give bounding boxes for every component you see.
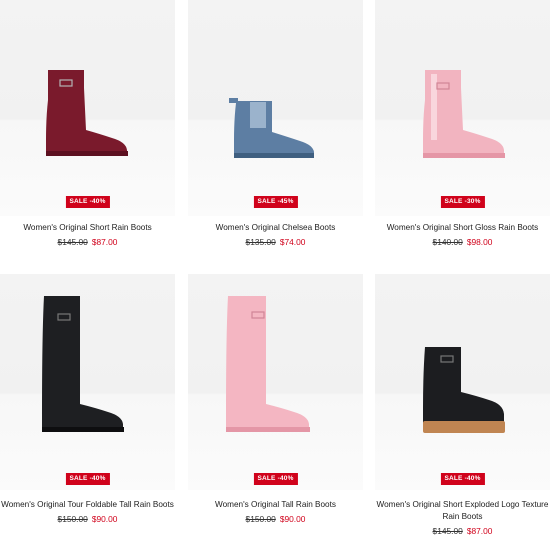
sale-badge: SALE -40% xyxy=(65,196,110,208)
product-image[interactable]: SALE -40% xyxy=(0,274,175,490)
product-prices: $150.00 $90.00 xyxy=(188,514,363,525)
original-price: $135.00 xyxy=(245,237,276,247)
tall-rain-boot-image xyxy=(226,296,310,432)
product-title[interactable]: Women's Original Short Gloss Rain Boots xyxy=(375,222,550,234)
original-price: $145.00 xyxy=(57,237,88,247)
product-card[interactable]: SALE -45% Women's Original Chelsea Boots… xyxy=(188,0,363,260)
product-title[interactable]: Women's Original Tour Foldable Tall Rain… xyxy=(0,499,175,511)
product-title[interactable]: Women's Original Chelsea Boots xyxy=(188,222,363,234)
product-image[interactable]: SALE -40% xyxy=(0,0,175,216)
sale-price: $90.00 xyxy=(279,514,306,524)
sale-badge: SALE -40% xyxy=(440,473,485,485)
product-prices: $145.00 $87.00 xyxy=(375,526,550,535)
product-title[interactable]: Women's Original Tall Rain Boots xyxy=(188,499,363,511)
product-image[interactable]: SALE -40% xyxy=(188,274,363,490)
sale-badge: SALE -40% xyxy=(65,473,110,485)
product-title-line2[interactable]: Rain Boots xyxy=(375,511,550,523)
exploded-logo-boot-image xyxy=(423,347,505,433)
sale-price: $98.00 xyxy=(466,237,493,247)
short-rain-boot-image xyxy=(46,70,128,156)
sale-price: $90.00 xyxy=(91,514,118,524)
product-grid: SALE -40% Women's Original Short Rain Bo… xyxy=(0,0,550,535)
sale-badge: SALE -40% xyxy=(253,473,298,485)
product-prices: $145.00 $87.00 xyxy=(0,237,175,248)
product-card[interactable]: SALE -40% Women's Original Short Explode… xyxy=(375,274,550,535)
product-title[interactable]: Women's Original Short Exploded Logo Tex… xyxy=(375,499,550,511)
product-image[interactable]: SALE -45% xyxy=(188,0,363,216)
product-image[interactable]: SALE -40% xyxy=(375,274,550,490)
product-prices: $140.00 $98.00 xyxy=(375,237,550,248)
product-image[interactable]: SALE -30% xyxy=(375,0,550,216)
original-price: $145.00 xyxy=(432,526,463,535)
sale-price: $87.00 xyxy=(466,526,493,535)
product-card[interactable]: SALE -40% Women's Original Tall Rain Boo… xyxy=(188,274,363,535)
short-gloss-boot-image xyxy=(423,70,505,158)
product-card[interactable]: SALE -40% Women's Original Tour Foldable… xyxy=(0,274,175,535)
sale-badge: SALE -30% xyxy=(440,196,485,208)
chelsea-boot-image xyxy=(229,98,314,158)
product-card[interactable]: SALE -40% Women's Original Short Rain Bo… xyxy=(0,0,175,260)
product-prices: $135.00 $74.00 xyxy=(188,237,363,248)
original-price: $140.00 xyxy=(432,237,463,247)
sale-price: $74.00 xyxy=(279,237,306,247)
product-prices: $150.00 $90.00 xyxy=(0,514,175,525)
tall-foldable-boot-image xyxy=(42,296,124,432)
sale-price: $87.00 xyxy=(91,237,118,247)
original-price: $150.00 xyxy=(245,514,276,524)
product-title[interactable]: Women's Original Short Rain Boots xyxy=(0,222,175,234)
sale-badge: SALE -45% xyxy=(253,196,298,208)
product-card[interactable]: SALE -30% Women's Original Short Gloss R… xyxy=(375,0,550,260)
original-price: $150.00 xyxy=(57,514,88,524)
